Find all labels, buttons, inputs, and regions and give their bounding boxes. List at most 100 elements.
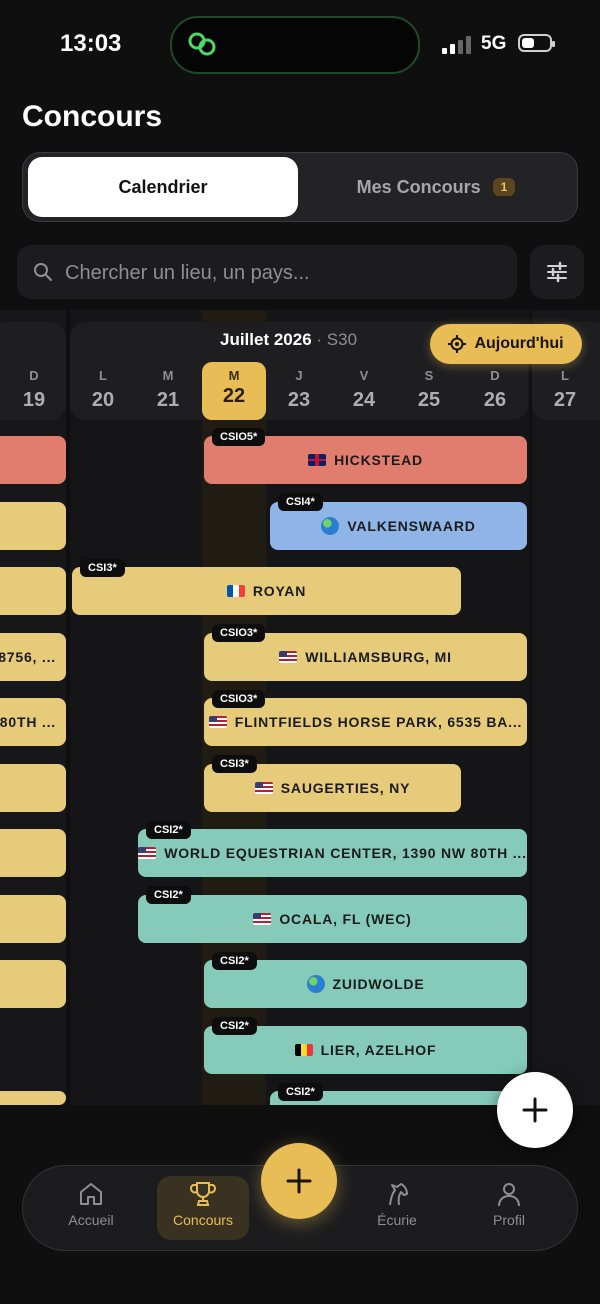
event-category-badge: CSI2* bbox=[278, 1083, 323, 1101]
plus-icon bbox=[286, 1168, 312, 1194]
day-number: 26 bbox=[483, 389, 507, 411]
day-letter: M bbox=[228, 368, 240, 383]
event-category-badge: CSI3* bbox=[80, 559, 125, 577]
day-number: 23 bbox=[287, 389, 311, 411]
trophy-icon bbox=[190, 1182, 216, 1206]
nav-shows-label: Concours bbox=[173, 1212, 233, 1228]
day-letter: V bbox=[359, 368, 369, 383]
day-20[interactable]: L 20 bbox=[71, 368, 135, 412]
event-name: VALKENSWAARD bbox=[347, 518, 476, 534]
person-icon bbox=[498, 1183, 520, 1207]
event-stub[interactable]: 80TH ... bbox=[0, 698, 66, 746]
tab-my-shows-label: Mes Concours bbox=[356, 176, 481, 197]
flag-us-icon bbox=[254, 782, 273, 794]
event-category-badge: CSI2* bbox=[212, 1017, 257, 1035]
event-category-badge: CSI2* bbox=[146, 821, 191, 839]
nav-home[interactable]: Accueil bbox=[45, 1176, 137, 1240]
today-button[interactable]: Aujourd'hui bbox=[430, 324, 582, 364]
flag-us-icon bbox=[253, 913, 272, 925]
day-23[interactable]: J 23 bbox=[267, 368, 331, 412]
event-category-badge: CSI2* bbox=[146, 886, 191, 904]
event-name: HICKSTEAD bbox=[334, 452, 423, 468]
day-number: 19 bbox=[22, 389, 46, 411]
count-badge: 1 bbox=[492, 178, 516, 196]
month-label: Juillet 2026 bbox=[220, 330, 312, 349]
sliders-icon bbox=[547, 261, 567, 283]
day-26[interactable]: D 26 bbox=[463, 368, 527, 412]
globe-icon bbox=[306, 975, 325, 993]
horse-icon bbox=[389, 1183, 408, 1206]
event-stub[interactable] bbox=[0, 764, 66, 812]
event-name: WILLIAMSBURG, MI bbox=[305, 649, 452, 665]
day-letter: M bbox=[162, 368, 174, 383]
event-category-badge: CSI2* bbox=[212, 952, 257, 970]
day-letter: D bbox=[490, 368, 500, 383]
status-bar: 13:03 5G bbox=[0, 0, 600, 90]
event-category-badge: CSIO3* bbox=[212, 624, 266, 642]
next-week-column bbox=[532, 310, 600, 1105]
day-24[interactable]: V 24 bbox=[332, 368, 396, 412]
nav-home-label: Accueil bbox=[68, 1212, 114, 1228]
event-stub[interactable] bbox=[0, 1091, 66, 1105]
week-label: Juillet 2026 · S30 bbox=[220, 330, 357, 350]
flag-us-icon bbox=[138, 847, 157, 859]
event-stub[interactable] bbox=[0, 567, 66, 615]
flag-us-icon bbox=[208, 716, 227, 728]
plus-icon bbox=[522, 1097, 548, 1123]
crosshair-icon bbox=[448, 335, 467, 353]
search-icon bbox=[34, 263, 52, 281]
dynamic-island[interactable] bbox=[170, 16, 420, 74]
nav-shows[interactable]: Concours bbox=[157, 1176, 249, 1240]
day-25[interactable]: S 25 bbox=[397, 368, 461, 412]
event-world-equestrian-center[interactable]: WORLD EQUESTRIAN CENTER, 1390 NW 80TH ..… bbox=[138, 829, 527, 877]
status-time: 13:03 bbox=[60, 30, 122, 57]
home-icon bbox=[80, 1183, 102, 1205]
day-21[interactable]: M 21 bbox=[136, 368, 200, 412]
filter-button[interactable] bbox=[530, 245, 584, 299]
event-royan[interactable]: ROYAN bbox=[72, 567, 461, 615]
add-event-button[interactable] bbox=[497, 1072, 573, 1148]
day-number: 22 bbox=[222, 385, 246, 407]
calendar-grid[interactable]: Juillet 2026 · S30 D 19 L 20 M 21 M 22 J 23 V… bbox=[0, 310, 600, 1105]
signal-icon bbox=[442, 36, 471, 54]
event-name: WORLD EQUESTRIAN CENTER, 1390 NW 80TH ..… bbox=[164, 845, 527, 861]
search-bar bbox=[17, 245, 517, 301]
tab-calendar[interactable]: Calendrier bbox=[28, 157, 298, 217]
event-name: LIER, AZELHOF bbox=[320, 1042, 437, 1058]
today-button-label: Aujourd'hui bbox=[474, 335, 564, 352]
event-stub[interactable] bbox=[0, 895, 66, 943]
nav-add-button[interactable] bbox=[261, 1143, 337, 1219]
flag-uk-icon bbox=[308, 454, 327, 466]
event-stub[interactable]: 8756, ... bbox=[0, 633, 66, 681]
flag-fr-icon bbox=[226, 585, 245, 597]
week-number: · S30 bbox=[316, 330, 358, 349]
page-title: Concours bbox=[22, 100, 163, 133]
day-number: 21 bbox=[156, 389, 180, 411]
view-switcher: Calendrier Mes Concours 1 bbox=[22, 152, 578, 222]
event-stub[interactable] bbox=[0, 960, 66, 1008]
link-icon bbox=[188, 32, 216, 56]
nav-stable[interactable]: Écurie bbox=[351, 1176, 443, 1240]
event-category-badge: CSIO3* bbox=[212, 690, 266, 708]
search-input[interactable] bbox=[63, 245, 507, 301]
event-stub[interactable] bbox=[0, 436, 66, 484]
event-stub[interactable] bbox=[0, 829, 66, 877]
day-22-today[interactable]: M 22 bbox=[202, 362, 266, 420]
flag-be-icon bbox=[294, 1044, 313, 1056]
tab-my-shows[interactable]: Mes Concours 1 bbox=[301, 157, 571, 217]
network-label: 5G bbox=[481, 33, 507, 54]
day-letter: J bbox=[295, 368, 303, 383]
event-name: ROYAN bbox=[252, 583, 307, 599]
event-category-badge: CSI3* bbox=[212, 755, 257, 773]
day-19[interactable]: D 19 bbox=[2, 368, 66, 412]
day-27[interactable]: L 27 bbox=[533, 368, 597, 412]
day-number: 27 bbox=[553, 389, 577, 411]
day-letter: S bbox=[424, 368, 434, 383]
event-category-badge: CSI4* bbox=[278, 493, 323, 511]
nav-profile-label: Profil bbox=[493, 1212, 525, 1228]
nav-profile[interactable]: Profil bbox=[463, 1176, 555, 1240]
event-ocala[interactable]: OCALA, FL (WEC) bbox=[138, 895, 527, 943]
day-number: 20 bbox=[91, 389, 115, 411]
event-stub[interactable] bbox=[0, 502, 66, 550]
day-letter: D bbox=[29, 368, 39, 383]
